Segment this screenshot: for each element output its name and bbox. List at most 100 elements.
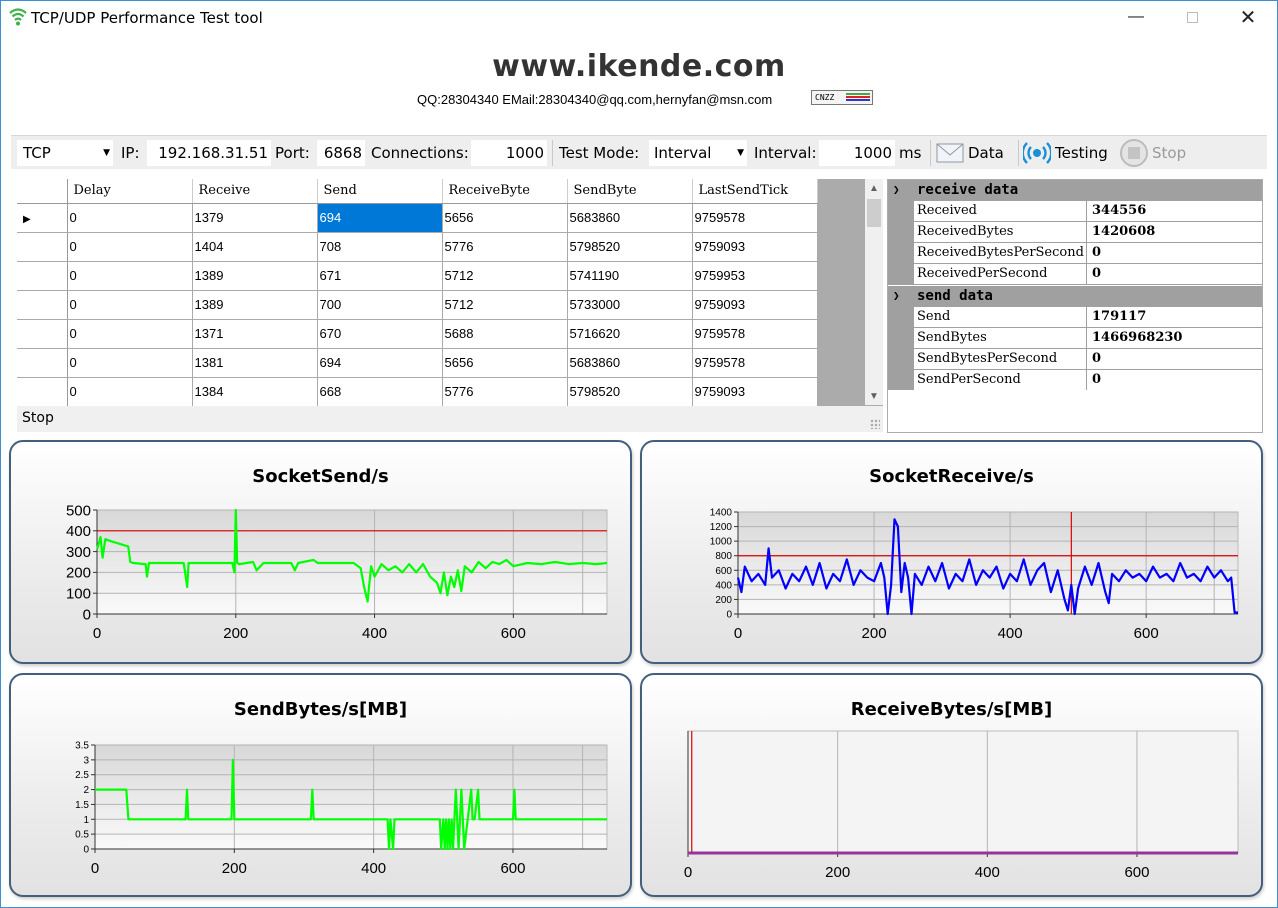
cell-send[interactable]: 668 bbox=[317, 377, 443, 407]
cell-delay[interactable]: 0 bbox=[67, 290, 193, 320]
data-button[interactable]: Data bbox=[936, 136, 1004, 170]
cell-lastsendtick[interactable]: 9759578 bbox=[692, 203, 818, 233]
cell-delay[interactable]: 0 bbox=[67, 203, 193, 233]
property-value[interactable]: 344556 bbox=[1088, 201, 1146, 221]
cell-lastsendtick[interactable]: 9759578 bbox=[692, 348, 818, 378]
cell-lastsendtick[interactable]: 9759953 bbox=[692, 261, 818, 291]
cell-sendbyte[interactable]: 5798520 bbox=[567, 232, 693, 262]
table-row[interactable]: 0 1384 668 5776 5798520 9759093 bbox=[17, 377, 818, 407]
property-value[interactable]: 0 bbox=[1088, 370, 1101, 390]
property-value[interactable]: 0 bbox=[1088, 349, 1101, 369]
cell-delay[interactable]: 0 bbox=[67, 232, 193, 262]
column-header-send[interactable]: Send bbox=[317, 179, 443, 204]
table-row[interactable]: 0 1404 708 5776 5798520 9759093 bbox=[17, 232, 818, 262]
cell-receive[interactable]: 1389 bbox=[192, 290, 318, 320]
column-header-lastsendtick[interactable]: LastSendTick bbox=[692, 179, 818, 204]
cell-receivebyte[interactable]: 5688 bbox=[442, 319, 568, 349]
cell-lastsendtick[interactable]: 9759093 bbox=[692, 290, 818, 320]
property-value[interactable]: 1420608 bbox=[1088, 222, 1155, 242]
cell-receive[interactable]: 1371 bbox=[192, 319, 318, 349]
cell-delay[interactable]: 0 bbox=[67, 261, 193, 291]
cell-receive[interactable]: 1384 bbox=[192, 377, 318, 407]
maximize-button[interactable] bbox=[1163, 1, 1221, 33]
property-grid[interactable]: ❯ receive data Received 344556 ReceivedByt… bbox=[887, 179, 1263, 433]
property-row[interactable]: ReceivedBytesPerSecond 0 bbox=[888, 243, 1262, 264]
connections-input[interactable]: 1000 bbox=[471, 140, 547, 166]
cell-delay[interactable]: 0 bbox=[67, 377, 193, 407]
minimize-button[interactable]: — bbox=[1107, 1, 1165, 33]
category-receive-data[interactable]: ❯ receive data bbox=[888, 180, 1262, 201]
cell-delay[interactable]: 0 bbox=[67, 319, 193, 349]
cell-sendbyte[interactable]: 5741190 bbox=[567, 261, 693, 291]
cell-send[interactable]: 671 bbox=[317, 261, 443, 291]
ip-input[interactable]: 192.168.31.51 bbox=[147, 140, 271, 166]
cell-lastsendtick[interactable]: 9759578 bbox=[692, 319, 818, 349]
cell-sendbyte[interactable]: 5733000 bbox=[567, 290, 693, 320]
table-row[interactable]: 0 1381 694 5656 5683860 9759578 bbox=[17, 348, 818, 378]
table-row[interactable]: 0 1389 671 5712 5741190 9759953 bbox=[17, 261, 818, 291]
row-header[interactable] bbox=[17, 319, 68, 349]
cell-send[interactable]: 708 bbox=[317, 232, 443, 262]
column-header-delay[interactable]: Delay bbox=[67, 179, 193, 204]
property-value[interactable]: 0 bbox=[1088, 243, 1101, 263]
property-row[interactable]: Received 344556 bbox=[888, 201, 1262, 222]
cell-receivebyte[interactable]: 5656 bbox=[442, 203, 568, 233]
row-header[interactable] bbox=[17, 377, 68, 407]
row-header[interactable] bbox=[17, 348, 68, 378]
cell-sendbyte[interactable]: 5798520 bbox=[567, 377, 693, 407]
row-header[interactable] bbox=[17, 261, 68, 291]
cell-send[interactable]: 694 bbox=[317, 348, 443, 378]
connections-grid[interactable]: Delay Receive Send ReceiveByte SendByte … bbox=[17, 179, 883, 432]
cell-delay[interactable]: 0 bbox=[67, 348, 193, 378]
property-row[interactable]: SendBytesPerSecond 0 bbox=[888, 349, 1262, 370]
testing-button[interactable]: Testing bbox=[1023, 136, 1108, 170]
cell-send[interactable]: 700 bbox=[317, 290, 443, 320]
protocol-select[interactable]: TCP ▼ bbox=[17, 140, 113, 166]
cell-sendbyte[interactable]: 5683860 bbox=[567, 203, 693, 233]
close-button[interactable]: ✕ bbox=[1219, 1, 1277, 33]
property-row[interactable]: SendPerSecond 0 bbox=[888, 370, 1262, 391]
cell-receivebyte[interactable]: 5776 bbox=[442, 377, 568, 407]
cell-receivebyte[interactable]: 5712 bbox=[442, 290, 568, 320]
cell-receive[interactable]: 1379 bbox=[192, 203, 318, 233]
interval-input[interactable]: 1000 bbox=[819, 140, 895, 166]
table-row[interactable]: ▶ 0 1379 694 5656 5683860 9759578 bbox=[17, 203, 818, 233]
cell-lastsendtick[interactable]: 9759093 bbox=[692, 232, 818, 262]
test-mode-select[interactable]: Interval ▼ bbox=[649, 140, 747, 166]
cell-receivebyte[interactable]: 5712 bbox=[442, 261, 568, 291]
scroll-down-icon[interactable]: ▼ bbox=[865, 387, 883, 405]
grid-vertical-scrollbar[interactable]: ▲ ▼ bbox=[865, 179, 883, 405]
column-header-receivebyte[interactable]: ReceiveByte bbox=[442, 179, 568, 204]
cell-receive[interactable]: 1381 bbox=[192, 348, 318, 378]
cell-receivebyte[interactable]: 5656 bbox=[442, 348, 568, 378]
row-header[interactable] bbox=[17, 290, 68, 320]
property-value[interactable]: 179117 bbox=[1088, 307, 1146, 327]
cell-receive[interactable]: 1389 bbox=[192, 261, 318, 291]
cell-receivebyte[interactable]: 5776 bbox=[442, 232, 568, 262]
cell-send[interactable]: 694 bbox=[317, 203, 443, 233]
cell-sendbyte[interactable]: 5683860 bbox=[567, 348, 693, 378]
category-send-data[interactable]: ❯ send data bbox=[888, 286, 1262, 307]
cell-sendbyte[interactable]: 5716620 bbox=[567, 319, 693, 349]
cell-receive[interactable]: 1404 bbox=[192, 232, 318, 262]
table-row[interactable]: 0 1371 670 5688 5716620 9759578 bbox=[17, 319, 818, 349]
property-value[interactable]: 1466968230 bbox=[1088, 328, 1182, 348]
stop-button[interactable]: Stop bbox=[1119, 136, 1186, 170]
property-row[interactable]: ReceivedBytes 1420608 bbox=[888, 222, 1262, 243]
cell-lastsendtick[interactable]: 9759093 bbox=[692, 377, 818, 407]
row-header[interactable] bbox=[17, 232, 68, 262]
row-header[interactable]: ▶ bbox=[17, 203, 68, 233]
table-row[interactable]: 0 1389 700 5712 5733000 9759093 bbox=[17, 290, 818, 320]
cell-send[interactable]: 670 bbox=[317, 319, 443, 349]
scroll-up-icon[interactable]: ▲ bbox=[865, 179, 883, 197]
column-header-receive[interactable]: Receive bbox=[192, 179, 318, 204]
property-row[interactable]: ReceivedPerSecond 0 bbox=[888, 264, 1262, 285]
column-header-sendbyte[interactable]: SendByte bbox=[567, 179, 693, 204]
resize-grip-icon[interactable] bbox=[870, 419, 880, 429]
property-row[interactable]: Send 179117 bbox=[888, 307, 1262, 328]
port-input[interactable]: 6868 bbox=[317, 140, 365, 166]
property-row[interactable]: SendBytes 1466968230 bbox=[888, 328, 1262, 349]
cnzz-badge[interactable]: CNZZ bbox=[811, 90, 873, 105]
scrollbar-thumb[interactable] bbox=[867, 199, 881, 227]
property-value[interactable]: 0 bbox=[1088, 264, 1101, 284]
